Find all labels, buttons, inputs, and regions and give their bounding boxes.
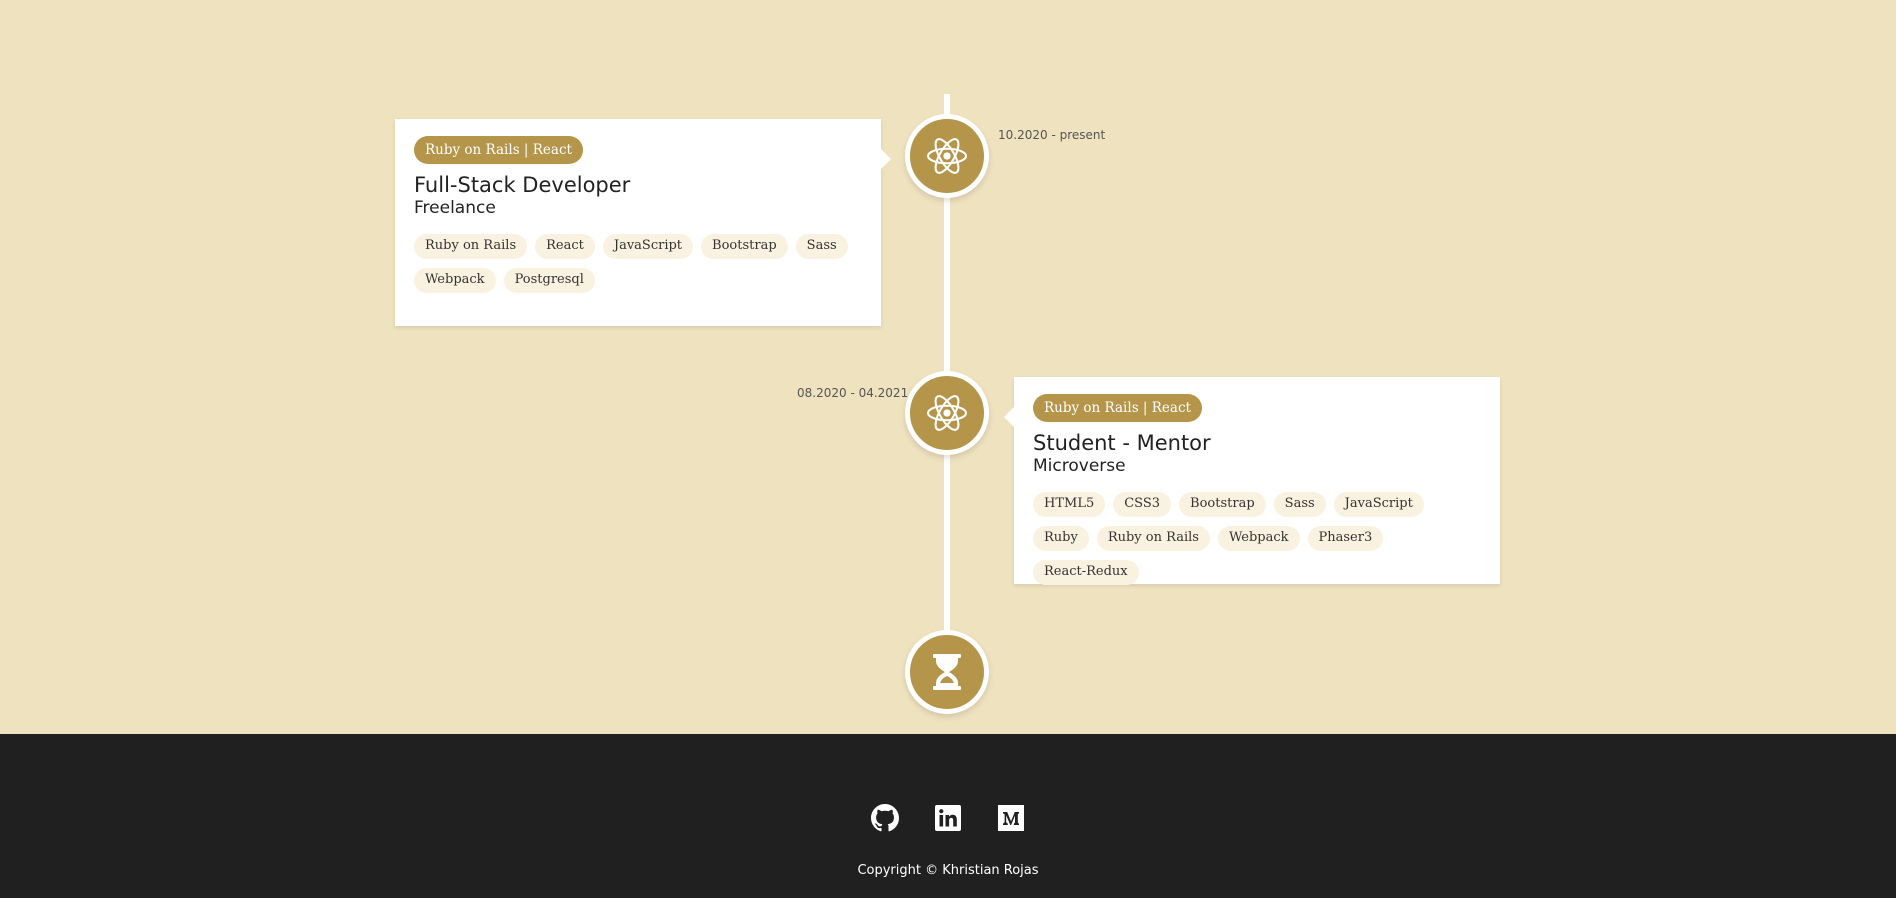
company-name: Microverse: [1033, 456, 1126, 476]
skill-tag: Postgresql: [503, 268, 595, 293]
skill-tag: Bootstrap: [701, 234, 788, 259]
skill-tag: Ruby: [1033, 526, 1089, 551]
skill-tag: Sass: [795, 234, 848, 259]
timeline-node-react: [905, 371, 989, 455]
skill-tag: Ruby on Rails: [414, 234, 528, 259]
skill-tag: Phaser3: [1307, 526, 1384, 551]
react-icon: [926, 394, 968, 432]
skill-tag: React: [535, 234, 595, 259]
experience-card-freelance: Ruby on Rails | React Full-Stack Develop…: [395, 119, 891, 326]
skill-tag: HTML5: [1033, 492, 1106, 517]
linkedin-link[interactable]: [934, 804, 962, 832]
skill-tag: Sass: [1273, 492, 1326, 517]
skill-tag: Ruby on Rails: [1096, 526, 1210, 551]
github-link[interactable]: [871, 804, 899, 832]
experience-card-microverse: Ruby on Rails | React Student - Mentor M…: [1004, 377, 1500, 585]
skill-tag: JavaScript: [1333, 492, 1424, 517]
social-links: [0, 804, 1896, 832]
footer: Copyright © Khristian Rojas: [0, 734, 1896, 898]
timeline-date: 08.2020 - 04.2021: [797, 386, 909, 400]
company-name: Freelance: [414, 198, 496, 218]
skill-tag: CSS3: [1113, 492, 1172, 517]
medium-link[interactable]: [997, 804, 1025, 832]
experience-timeline: 10.2020 - present Ruby on Rails | React …: [0, 0, 1896, 734]
skill-tag: Webpack: [414, 268, 496, 293]
category-badge: Ruby on Rails | React: [1033, 394, 1202, 422]
skill-tag: React-Redux: [1033, 560, 1139, 585]
react-icon: [926, 137, 968, 175]
timeline-date: 10.2020 - present: [998, 128, 1106, 142]
medium-icon: [998, 805, 1024, 831]
linkedin-icon: [935, 805, 961, 831]
category-badge: Ruby on Rails | React: [414, 136, 583, 164]
skill-tag: JavaScript: [602, 234, 694, 259]
github-icon: [871, 804, 899, 832]
timeline-end-node: [905, 630, 989, 714]
skill-tags: HTML5 CSS3 Bootstrap Sass JavaScript Rub…: [1033, 492, 1482, 585]
timeline-node-react: [905, 114, 989, 198]
hourglass-icon: [930, 653, 964, 691]
skill-tag: Bootstrap: [1179, 492, 1266, 517]
page: 10.2020 - present Ruby on Rails | React …: [0, 0, 1896, 898]
job-title: Student - Mentor: [1033, 431, 1211, 455]
skill-tags: Ruby on Rails React JavaScript Bootstrap…: [414, 234, 863, 293]
skill-tag: Webpack: [1217, 526, 1300, 551]
job-title: Full-Stack Developer: [414, 173, 631, 197]
copyright-text: Copyright © Khristian Rojas: [857, 863, 1039, 878]
